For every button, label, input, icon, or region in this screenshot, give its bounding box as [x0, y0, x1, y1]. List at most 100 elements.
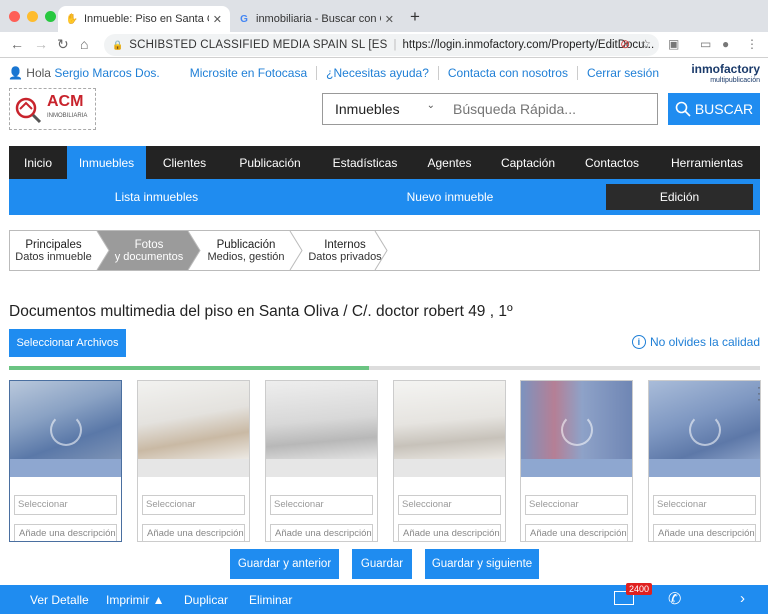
- photo-card[interactable]: Seleccionar Añade una descripción: [393, 380, 506, 542]
- photo-card[interactable]: Seleccionar Añade una descripción: [9, 380, 122, 542]
- subnav-lista-inmuebles[interactable]: Lista inmuebles: [79, 179, 234, 215]
- nav-item-inmuebles[interactable]: Inmuebles: [67, 146, 146, 179]
- nav-item-captacion[interactable]: Captación: [486, 146, 570, 179]
- search-input[interactable]: [443, 101, 657, 117]
- photo-category-select[interactable]: Seleccionar: [14, 495, 117, 515]
- nav-item-clientes[interactable]: Clientes: [146, 146, 223, 179]
- reload-icon[interactable]: ↻: [57, 36, 69, 52]
- photo-card[interactable]: Seleccionar Añade una descripción: [520, 380, 633, 542]
- step-title: Publicación: [216, 238, 276, 251]
- browser-tab-inactive[interactable]: G inmobiliaria - Buscar con Googl ✕: [230, 6, 402, 32]
- photo-thumbnail[interactable]: [138, 381, 249, 459]
- mail-count-badge: 2400: [626, 583, 653, 595]
- footer-bar: Ver Detalle Imprimir ▲ Duplicar Eliminar…: [0, 583, 768, 614]
- back-icon[interactable]: ←: [10, 36, 24, 52]
- quality-tip-text: No olvides la calidad: [649, 335, 760, 349]
- photo-description-input[interactable]: Añade una descripción: [525, 524, 628, 541]
- close-tab-icon[interactable]: ✕: [213, 13, 222, 26]
- upload-progress-bar: [9, 366, 760, 370]
- cast-icon[interactable]: ▭: [700, 37, 711, 51]
- upload-progress-fill: [9, 366, 370, 370]
- tab-title: inmobiliaria - Buscar con Googl: [256, 13, 381, 25]
- search-icon: [675, 101, 691, 117]
- step-publicacion[interactable]: Publicación Medios, gestión: [202, 231, 290, 270]
- search-button[interactable]: BUSCAR: [668, 93, 760, 125]
- browser-tab-active[interactable]: ✋ Inmueble: Piso en Santa Oliva / C ✕: [58, 6, 230, 32]
- logout-link[interactable]: Cerrar sesión: [576, 66, 668, 80]
- certificate-owner: SCHIBSTED CLASSIFIED MEDIA SPAIN SL [ES: [129, 39, 388, 51]
- step-internos[interactable]: Internos Datos privados: [304, 231, 386, 270]
- quality-tip-link[interactable]: i No olvides la calidad: [631, 335, 760, 349]
- photo-overlay: [10, 459, 121, 477]
- close-window-button[interactable]: [9, 11, 20, 22]
- photo-category-select[interactable]: Seleccionar: [653, 495, 756, 515]
- photo-description-input[interactable]: Añade una descripción: [270, 524, 373, 541]
- chevron-right-icon[interactable]: ›: [740, 590, 745, 607]
- google-icon: G: [240, 13, 248, 25]
- nav-item-inicio[interactable]: Inicio: [9, 146, 67, 179]
- lock-icon: 🔒: [112, 39, 124, 50]
- select-files-button[interactable]: Seleccionar Archivos: [9, 329, 126, 357]
- minimize-window-button[interactable]: [27, 11, 38, 22]
- phone-icon[interactable]: ✆: [668, 589, 681, 609]
- photo-description-input[interactable]: Añade una descripción: [398, 524, 501, 541]
- photo-description-input[interactable]: Añade una descripción: [142, 524, 245, 541]
- step-principales[interactable]: Principales Datos inmueble: [10, 231, 97, 270]
- contact-link[interactable]: Contacta con nosotros: [437, 66, 577, 80]
- photo-description-input[interactable]: Añade una descripción: [14, 524, 117, 541]
- duplicate-button[interactable]: Duplicar: [184, 593, 228, 607]
- microsite-link[interactable]: Microsite en Fotocasa: [181, 66, 316, 80]
- more-options-icon[interactable]: · · ·: [757, 381, 761, 405]
- main-nav: Inicio Inmuebles Clientes Publicación Es…: [9, 146, 760, 179]
- address-bar-row: ← → ↻ ⌂ 🔒 SCHIBSTED CLASSIFIED MEDIA SPA…: [0, 32, 768, 58]
- photo-thumbnail[interactable]: [394, 381, 505, 459]
- url-text: https://login.inmofactory.com/Property/E…: [402, 39, 655, 51]
- url-bar[interactable]: 🔒 SCHIBSTED CLASSIFIED MEDIA SPAIN SL [E…: [104, 34, 659, 56]
- nav-item-publicacion[interactable]: Publicación: [223, 146, 317, 179]
- nav-item-herramientas[interactable]: Herramientas: [654, 146, 760, 179]
- photo-category-select[interactable]: Seleccionar: [142, 495, 245, 515]
- step-title: Principales: [25, 238, 82, 251]
- forward-icon[interactable]: →: [34, 36, 48, 52]
- blocked-icon[interactable]: ⊘: [620, 37, 630, 51]
- help-link[interactable]: ¿Necesitas ayuda?: [316, 66, 438, 80]
- star-icon[interactable]: ☆: [640, 37, 651, 51]
- category-select[interactable]: Inmuebles ⌄: [323, 100, 443, 117]
- new-tab-button[interactable]: +: [410, 6, 420, 28]
- extension-icon[interactable]: ▣: [668, 37, 679, 51]
- maximize-window-button[interactable]: [45, 11, 56, 22]
- loading-spinner-icon: [50, 414, 82, 446]
- photo-category-select[interactable]: Seleccionar: [525, 495, 628, 515]
- nav-item-estadisticas[interactable]: Estadísticas: [317, 146, 413, 179]
- photo-card[interactable]: Seleccionar Añade una descripción: [265, 380, 378, 542]
- agency-logo[interactable]: ACM INMOBILIARIA: [9, 88, 96, 130]
- photo-description-input[interactable]: Añade una descripción: [653, 524, 756, 541]
- photo-category-select[interactable]: Seleccionar: [398, 495, 501, 515]
- menu-icon[interactable]: ⋮: [746, 37, 758, 51]
- photo-card[interactable]: Seleccionar Añade una descripción: [648, 380, 761, 542]
- info-icon: i: [631, 335, 646, 349]
- profile-icon[interactable]: ●: [722, 37, 729, 51]
- delete-button[interactable]: Eliminar: [249, 593, 292, 607]
- nav-item-contactos[interactable]: Contactos: [570, 146, 654, 179]
- save-and-next-button[interactable]: Guardar y siguiente: [425, 549, 539, 579]
- step-sub: Datos privados: [308, 250, 382, 263]
- step-title: Fotos: [134, 238, 164, 251]
- close-tab-icon[interactable]: ✕: [385, 13, 394, 26]
- wizard-steps: Principales Datos inmueble Fotos y docum…: [9, 230, 760, 271]
- print-button[interactable]: Imprimir ▲: [106, 593, 165, 607]
- view-detail-button[interactable]: Ver Detalle: [30, 593, 89, 607]
- photo-category-select[interactable]: Seleccionar: [270, 495, 373, 515]
- nav-item-agentes[interactable]: Agentes: [413, 146, 486, 179]
- save-and-previous-button[interactable]: Guardar y anterior: [230, 549, 339, 579]
- home-icon[interactable]: ⌂: [80, 36, 88, 52]
- save-button[interactable]: Guardar: [352, 549, 412, 579]
- inmofactory-logo[interactable]: inmofactory multipublicación: [691, 63, 760, 86]
- subnav-edicion[interactable]: Edición: [606, 184, 753, 210]
- user-link[interactable]: Sergio Marcos Dos.: [54, 66, 159, 80]
- photo-thumbnail[interactable]: [266, 381, 377, 459]
- hand-icon: ✋: [65, 13, 79, 25]
- subnav-nuevo-inmueble[interactable]: Nuevo inmueble: [375, 179, 525, 215]
- step-fotos[interactable]: Fotos y documentos: [109, 231, 189, 270]
- photo-card[interactable]: Seleccionar Añade una descripción: [137, 380, 250, 542]
